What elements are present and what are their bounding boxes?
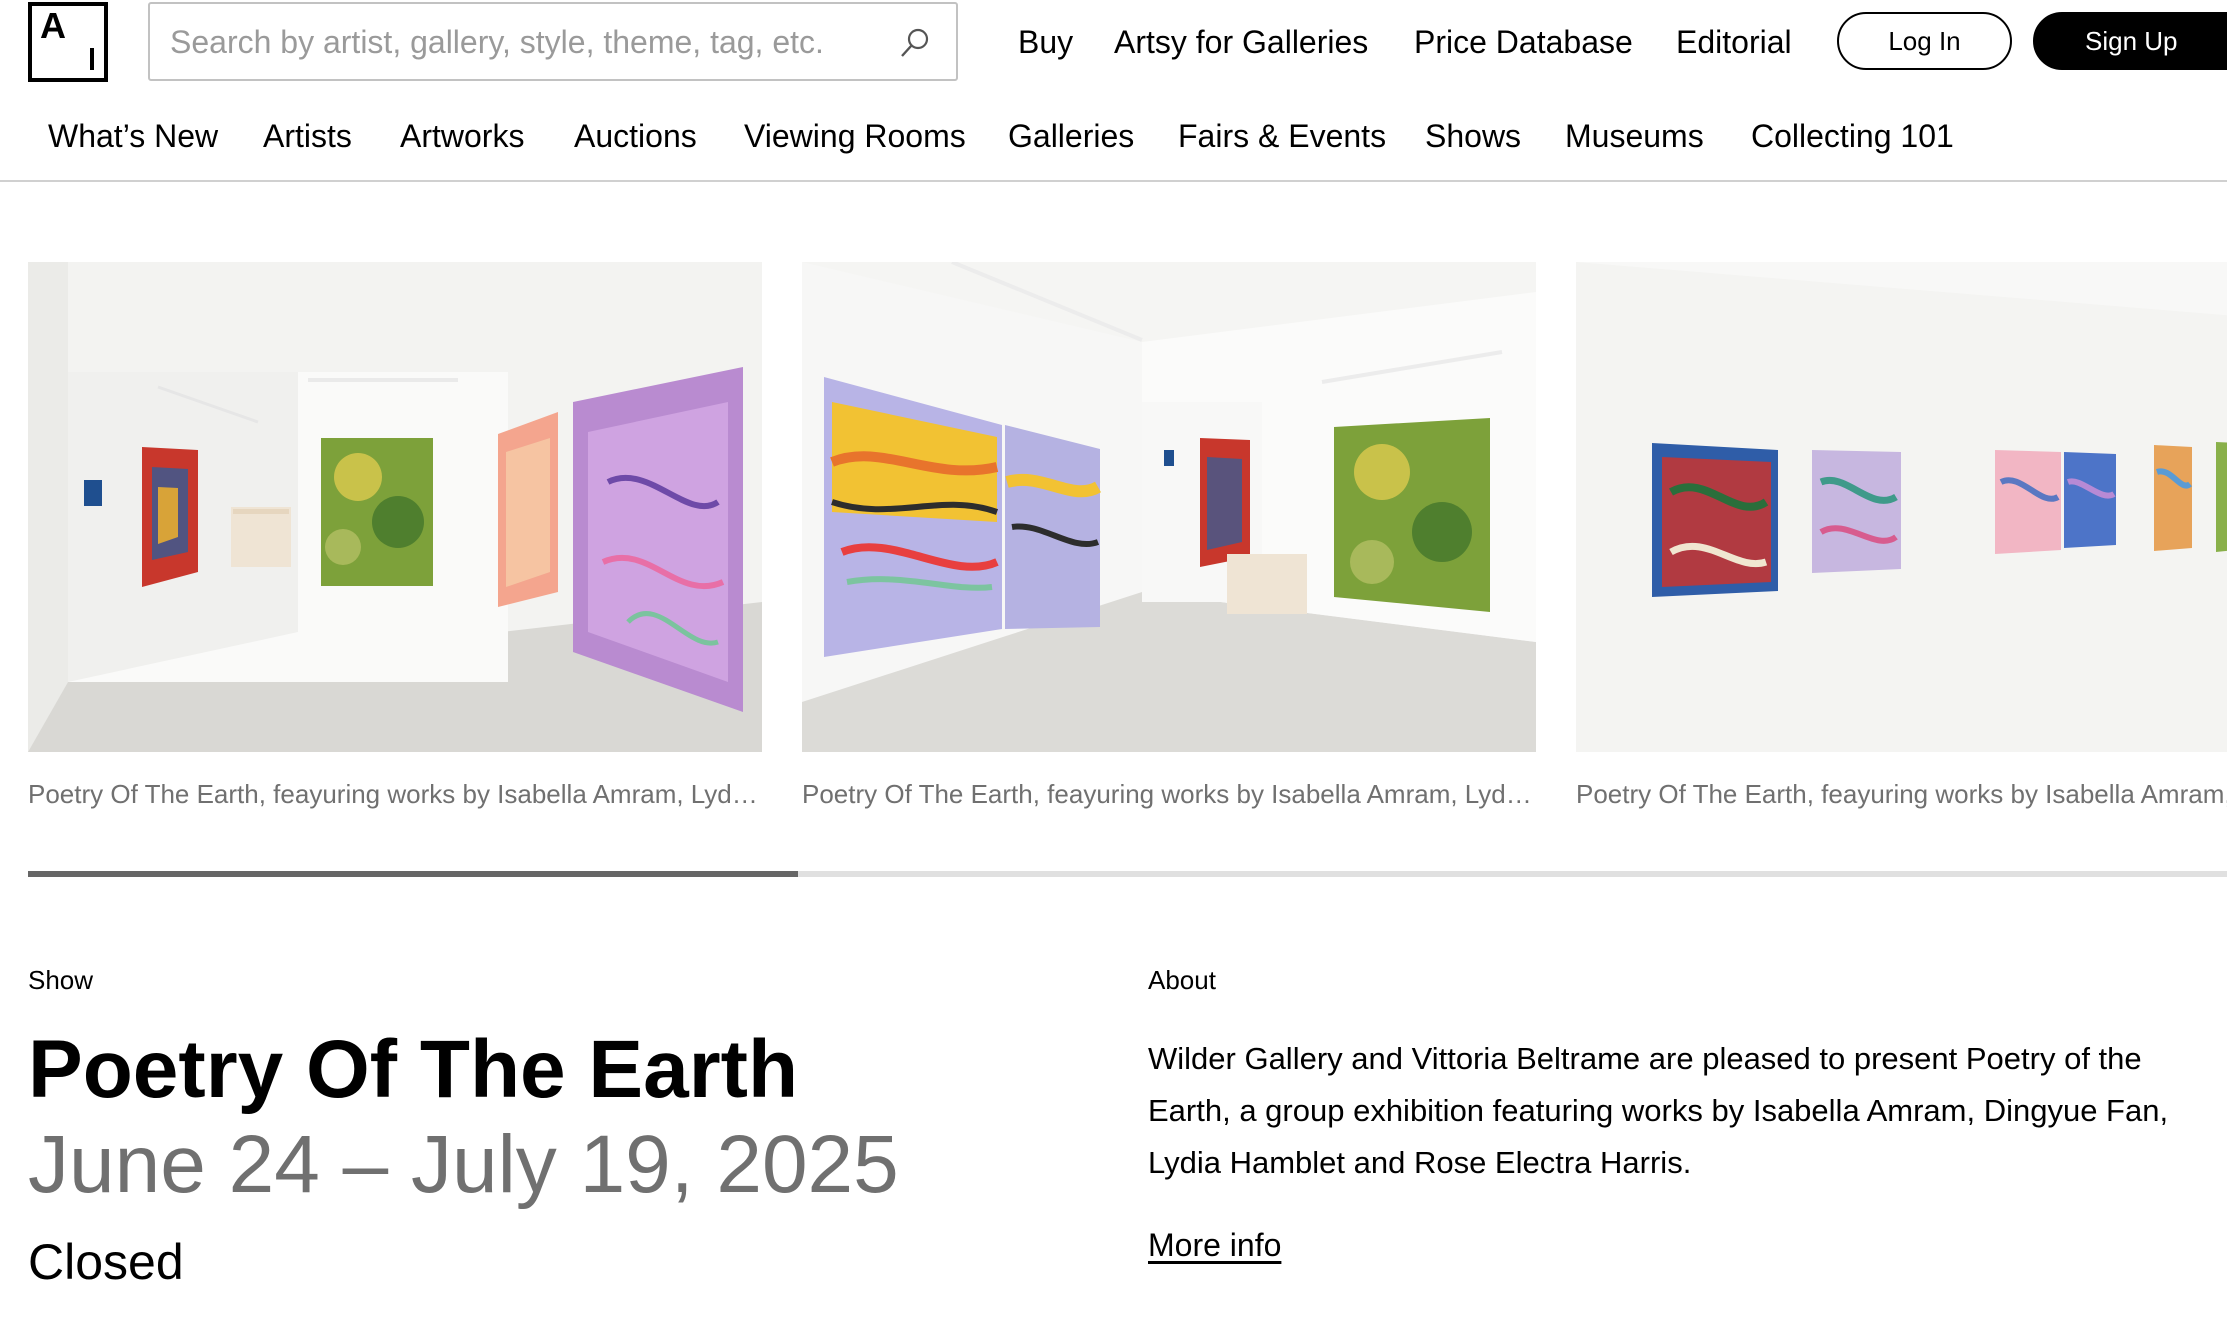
subnav-artists[interactable]: Artists bbox=[263, 114, 352, 158]
search-box bbox=[148, 2, 958, 81]
logo-corner-mark bbox=[80, 48, 94, 70]
logo-letter: A bbox=[40, 5, 66, 46]
show-status: Closed bbox=[28, 1234, 184, 1290]
subnav-collecting-101[interactable]: Collecting 101 bbox=[1751, 114, 1954, 158]
carousel-scroll-thumb[interactable] bbox=[28, 871, 798, 877]
installation-photo[interactable] bbox=[28, 262, 762, 752]
artsy-logo[interactable]: A bbox=[28, 2, 108, 82]
secondary-nav: What’s New Artists Artworks Auctions Vie… bbox=[0, 90, 2227, 182]
show-kind-label: Show bbox=[28, 965, 94, 995]
subnav-shows[interactable]: Shows bbox=[1425, 114, 1521, 158]
installation-photo[interactable] bbox=[802, 262, 1536, 752]
nav-editorial[interactable]: Editorial bbox=[1676, 20, 1792, 64]
carousel-scrollbar[interactable] bbox=[28, 871, 2227, 877]
search-icon[interactable] bbox=[898, 26, 932, 60]
top-bar: A Buy Artsy for Galleries Price Database… bbox=[0, 0, 2227, 90]
subnav-artworks[interactable]: Artworks bbox=[400, 114, 524, 158]
nav-artsy-for-galleries[interactable]: Artsy for Galleries bbox=[1114, 20, 1368, 64]
show-dates: June 24 – July 19, 2025 bbox=[28, 1119, 899, 1210]
installation-photo[interactable] bbox=[1576, 262, 2227, 752]
subnav-fairs-events[interactable]: Fairs & Events bbox=[1178, 114, 1386, 158]
nav-price-database[interactable]: Price Database bbox=[1414, 20, 1633, 64]
subnav-viewing-rooms[interactable]: Viewing Rooms bbox=[744, 114, 966, 158]
subnav-museums[interactable]: Museums bbox=[1565, 114, 1704, 158]
login-button[interactable]: Log In bbox=[1837, 12, 2012, 70]
installation-carousel[interactable]: Poetry Of The Earth, feayuring works by … bbox=[0, 262, 2227, 882]
signup-button[interactable]: Sign Up bbox=[2033, 12, 2227, 70]
slide-caption: Poetry Of The Earth, feayuring works by … bbox=[28, 779, 762, 809]
slide-caption: Poetry Of The Earth, feayuring works by … bbox=[802, 779, 1536, 809]
search-input[interactable] bbox=[170, 18, 870, 66]
show-title: Poetry Of The Earth bbox=[28, 1024, 799, 1115]
subnav-whats-new[interactable]: What’s New bbox=[48, 114, 218, 158]
about-heading: About bbox=[1148, 965, 1216, 995]
slide-caption: Poetry Of The Earth, feayuring works by … bbox=[1576, 779, 2227, 809]
about-text: Wilder Gallery and Vittoria Beltrame are… bbox=[1148, 1041, 2169, 1180]
subnav-galleries[interactable]: Galleries bbox=[1008, 114, 1134, 158]
more-info-link[interactable]: More info bbox=[1148, 1222, 1281, 1268]
nav-buy[interactable]: Buy bbox=[1018, 20, 1073, 64]
subnav-auctions[interactable]: Auctions bbox=[574, 114, 697, 158]
